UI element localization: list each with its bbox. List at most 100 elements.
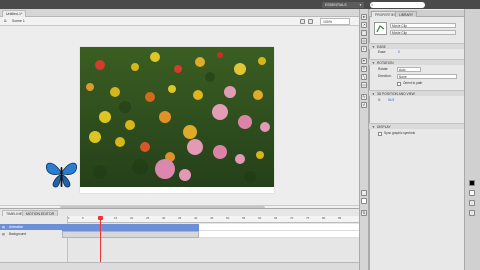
section-3d-position[interactable]: ▼ 3D POSITION AND VIEW <box>369 90 464 96</box>
transform-panel-icon[interactable] <box>469 210 475 216</box>
color-swatch-icon[interactable] <box>469 190 475 196</box>
sync-checkbox[interactable] <box>378 132 382 136</box>
frame-tick: 65 <box>274 216 278 220</box>
symbol-thumbnail <box>374 22 387 35</box>
section-display-label: DISPLAY <box>377 125 391 129</box>
scene-label: Scene 1 <box>12 19 25 23</box>
brush-tool-icon[interactable]: ✐ <box>361 102 367 108</box>
frame-tick: 40 <box>194 216 198 220</box>
search-input[interactable]: ⌕ <box>370 2 425 8</box>
scene-icon: ⧉ <box>4 19 7 23</box>
orient-checkbox[interactable] <box>397 82 401 86</box>
edit-symbol-icon[interactable] <box>308 19 313 24</box>
rotate-label: Rotate: <box>378 67 389 71</box>
layer-row[interactable]: ▤ Background <box>0 231 68 237</box>
collapse-triangle-icon: ▼ <box>372 92 375 96</box>
3d-rotation-tool-icon[interactable]: ◎ <box>361 38 367 44</box>
selection-tool-icon[interactable]: ➤ <box>361 14 367 20</box>
section-3d-position-label: 3D POSITION AND VIEW <box>377 92 415 96</box>
motion-tween-span[interactable] <box>62 224 199 231</box>
flower-photo[interactable] <box>80 47 274 187</box>
sync-label: Sync graphic symbols <box>384 131 416 135</box>
direction-select[interactable]: None <box>397 74 457 79</box>
zoom-value: 100% <box>323 20 332 24</box>
playhead-handle[interactable] <box>98 216 103 220</box>
x-value[interactable]: 54.5 <box>388 98 394 103</box>
swap-colors-icon[interactable]: ⇅ <box>361 210 367 216</box>
section-rotation[interactable]: ▼ ROTATION <box>369 59 464 65</box>
x-label: X: <box>378 98 382 102</box>
collapse-triangle-icon: ▼ <box>372 61 375 65</box>
fill-color-icon[interactable] <box>361 198 367 204</box>
align-panel-icon[interactable] <box>469 200 475 206</box>
text-tool-icon[interactable]: T <box>361 66 367 72</box>
rectangle-tool-icon[interactable]: ▭ <box>361 82 367 88</box>
tab-library[interactable]: LIBRARY <box>395 11 418 17</box>
document-tabs: Untitled-1* <box>0 9 359 17</box>
search-icon: ⌕ <box>371 2 374 7</box>
instance-name-value: Movie Clip <box>392 24 407 28</box>
pencil-tool-icon[interactable]: ✎ <box>361 94 367 100</box>
direction-value: None <box>399 75 407 79</box>
frame-tick: 35 <box>178 216 182 220</box>
frame-ruler[interactable]: 1 5 10 15 20 25 30 35 40 45 50 55 60 65 … <box>68 216 359 223</box>
frame-tick: 50 <box>226 216 230 220</box>
motion-tween-icon <box>376 25 385 33</box>
butterfly-icon <box>45 162 78 188</box>
instance-type-field[interactable]: Movie Clip <box>390 30 456 35</box>
frame-tick: 55 <box>242 216 246 220</box>
frame-tick: 1 <box>68 216 70 220</box>
tab-properties-label: PROPERTIES <box>375 13 397 17</box>
section-display[interactable]: ▼ DISPLAY <box>369 123 464 129</box>
layer-name: Animation <box>9 225 24 229</box>
butterfly-symbol[interactable] <box>44 157 79 190</box>
frame-tick: 75 <box>306 216 310 220</box>
frame-tick: 5 <box>82 216 84 220</box>
stroke-color-icon[interactable] <box>361 190 367 196</box>
frame-tick: 85 <box>338 216 342 220</box>
scene-breadcrumb[interactable]: ⧉ Scene 1 <box>4 18 25 25</box>
document-tab-label: Untitled-1* <box>6 12 23 16</box>
panel-dock-strip <box>464 9 480 270</box>
free-transform-tool-icon[interactable]: ⬚ <box>361 30 367 36</box>
timeline-footer <box>0 262 359 270</box>
zoom-select[interactable]: 100% <box>320 18 350 25</box>
ease-value[interactable]: 0 <box>398 50 400 55</box>
section-rotation-label: ROTATION <box>377 61 394 65</box>
frame-tick: 30 <box>162 216 166 220</box>
layer-row[interactable]: ▤ Animation <box>0 224 68 230</box>
edit-scene-icon[interactable] <box>300 19 305 24</box>
document-tab[interactable]: Untitled-1* <box>2 10 27 17</box>
workspace-label: ESSENTIALS <box>325 3 347 7</box>
instance-name-field[interactable]: Movie Clip <box>390 23 456 28</box>
layer-list <box>0 216 68 262</box>
color-swatch-icon[interactable] <box>469 180 475 186</box>
frame-tick: 15 <box>114 216 118 220</box>
chevron-down-icon: ▼ <box>359 3 362 7</box>
frame-tick: 45 <box>210 216 214 220</box>
frame-tick: 80 <box>322 216 326 220</box>
rotate-value: Auto <box>399 68 406 72</box>
collapse-triangle-icon: ▼ <box>372 45 375 49</box>
line-tool-icon[interactable]: ╲ <box>361 74 367 80</box>
layer-icon: ▤ <box>2 225 6 229</box>
static-frame-span[interactable] <box>62 231 199 238</box>
pen-tool-icon[interactable]: ✒ <box>361 58 367 64</box>
frame-tick: 70 <box>290 216 294 220</box>
direction-label: Direction: <box>378 74 392 78</box>
instance-type-value: Movie Clip <box>392 31 407 35</box>
frame-tick: 25 <box>146 216 150 220</box>
frame-tick: 60 <box>258 216 262 220</box>
subselection-tool-icon[interactable]: ↗ <box>361 22 367 28</box>
layer-icon: ▤ <box>2 232 6 236</box>
layer-name: Background <box>9 232 27 236</box>
section-ease-label: EASE <box>377 45 386 49</box>
edit-bar <box>0 17 359 26</box>
tab-library-label: LIBRARY <box>399 13 414 17</box>
section-ease[interactable]: ▼ EASE <box>369 43 464 49</box>
lasso-tool-icon[interactable]: ℓ <box>361 46 367 52</box>
rotate-select[interactable]: Auto <box>397 67 421 72</box>
flower-photo-image <box>80 47 274 187</box>
workspace-switcher[interactable]: ESSENTIALS ▼ <box>322 2 364 8</box>
collapse-triangle-icon: ▼ <box>372 125 375 129</box>
